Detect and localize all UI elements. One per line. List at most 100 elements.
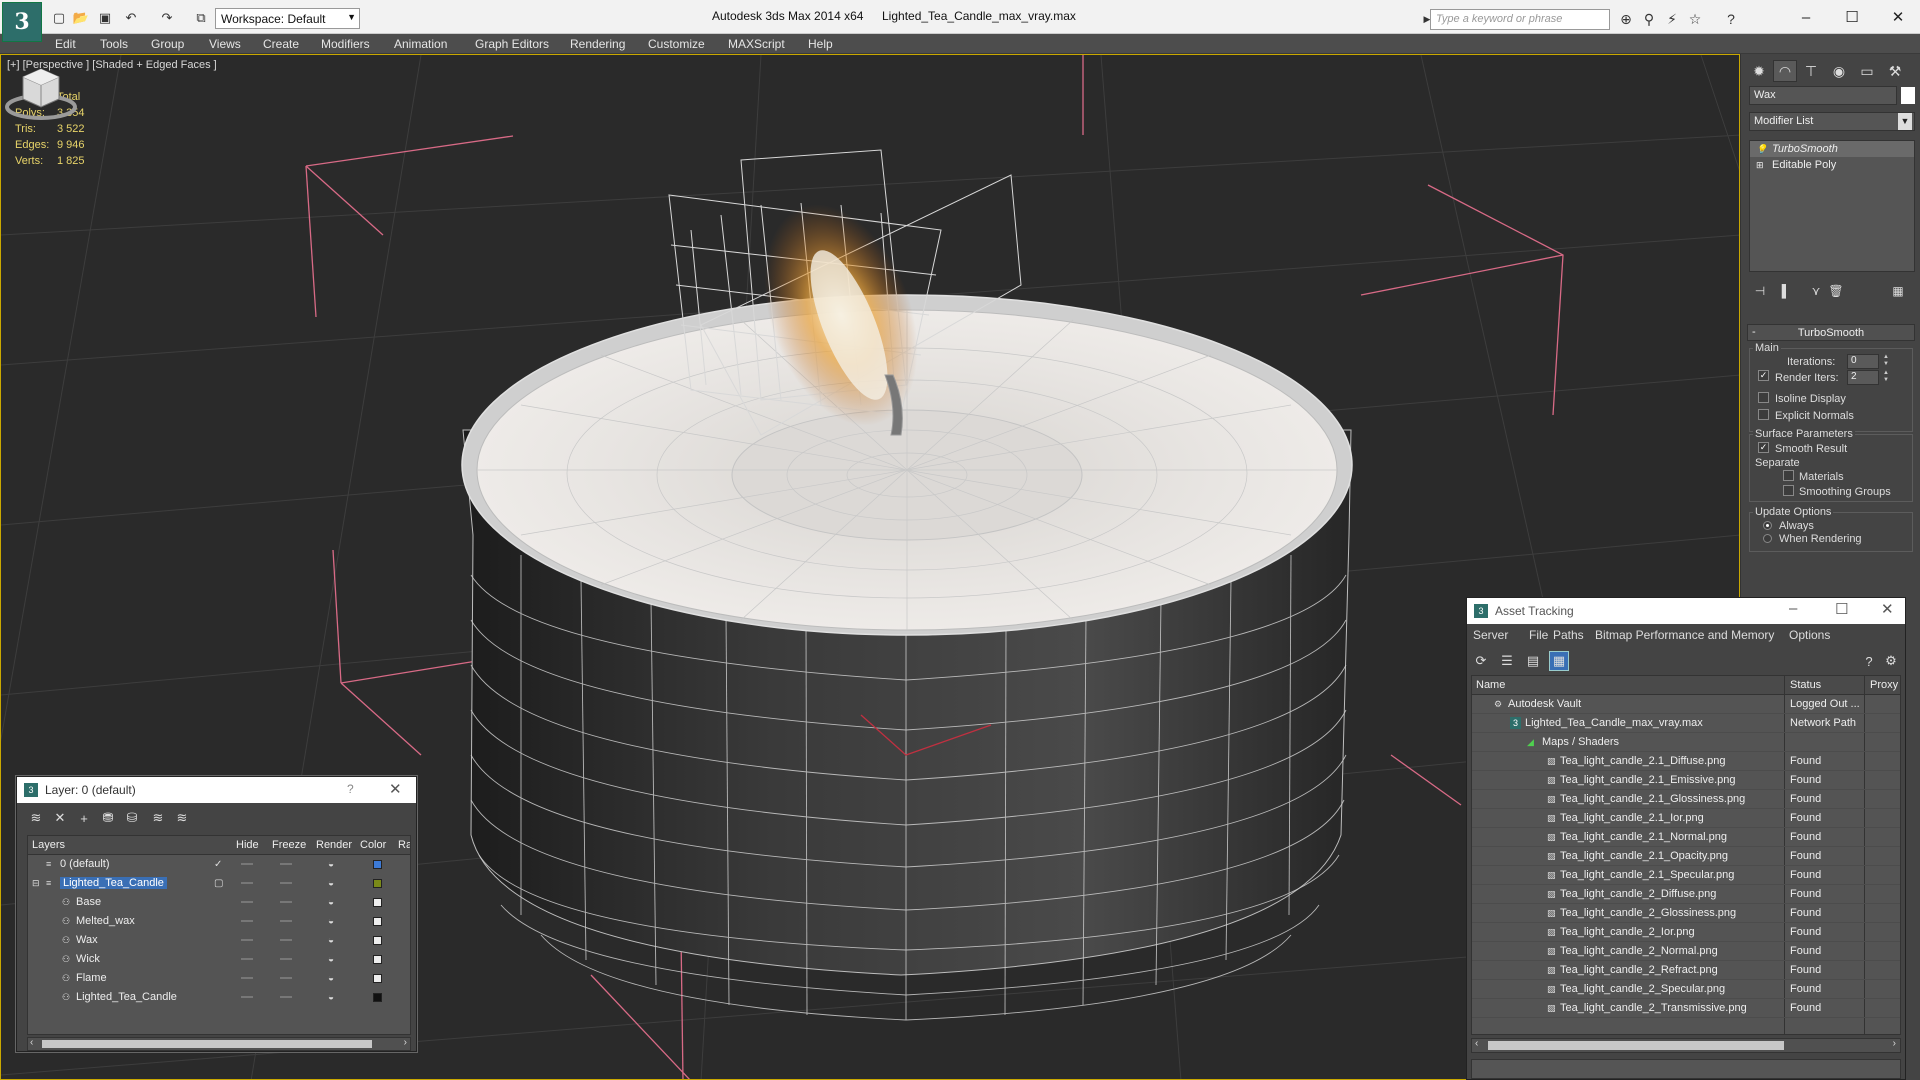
menu-options[interactable]: Options bbox=[1789, 628, 1830, 642]
turbosmooth-rollout-header[interactable]: - TurboSmooth bbox=[1747, 324, 1915, 341]
layer-row[interactable]: ≡ 0 (default) ✓ ◒ bbox=[28, 855, 410, 874]
layer-row[interactable]: ⊟ ≡ Lighted_Tea_Candle ▢ ◒ bbox=[28, 874, 410, 893]
smoothing-groups-checkbox[interactable] bbox=[1783, 485, 1794, 496]
hide-toggle[interactable] bbox=[241, 977, 253, 979]
maximize-button[interactable]: ☐ bbox=[1832, 6, 1872, 28]
communication-center-icon[interactable]: ⚡ bbox=[1663, 10, 1681, 28]
configure-modifier-sets-icon[interactable]: ▦ bbox=[1889, 283, 1907, 299]
delete-layer-icon[interactable]: ✕ bbox=[51, 809, 69, 827]
layer-color-swatch[interactable] bbox=[373, 879, 382, 888]
layer-row[interactable]: ⚇ Wick ◒ bbox=[28, 950, 410, 969]
freeze-toggle[interactable] bbox=[280, 863, 292, 865]
layer-row[interactable]: ⚇ Lighted_Tea_Candle ◒ bbox=[28, 988, 410, 1007]
minimize-button[interactable]: – bbox=[1786, 6, 1826, 28]
freeze-all-layers-icon[interactable]: ≋ bbox=[173, 809, 191, 827]
render-teapot-icon[interactable]: ◒ bbox=[328, 916, 334, 927]
when-rendering-radio[interactable] bbox=[1763, 534, 1772, 543]
col-layers[interactable]: Layers bbox=[32, 839, 65, 851]
set-current-box-icon[interactable]: ▢ bbox=[214, 878, 223, 889]
maximize-icon[interactable]: ☐ bbox=[1835, 600, 1848, 618]
asset-row[interactable]: ▧ Tea_light_candle_2.1_Normal.png Found bbox=[1472, 828, 1900, 847]
menu-create[interactable]: Create bbox=[263, 37, 299, 51]
modify-tab-icon[interactable]: ◠ bbox=[1773, 60, 1797, 82]
workspace-dropdown[interactable]: Workspace: Default ▼ bbox=[215, 8, 360, 29]
col-render[interactable]: Render bbox=[316, 839, 352, 851]
freeze-toggle[interactable] bbox=[280, 920, 292, 922]
help-icon[interactable]: ? bbox=[1722, 10, 1740, 28]
render-teapot-icon[interactable]: ◒ bbox=[328, 992, 334, 1003]
hide-toggle[interactable] bbox=[241, 863, 253, 865]
make-unique-icon[interactable]: ⋎ bbox=[1807, 283, 1825, 299]
set-current-layer-icon[interactable]: ⛁ bbox=[123, 809, 141, 827]
asset-row[interactable]: ▧ Tea_light_candle_2.1_Emissive.png Foun… bbox=[1472, 771, 1900, 790]
col-hide[interactable]: Hide bbox=[236, 839, 259, 851]
hide-toggle[interactable] bbox=[241, 958, 253, 960]
scroll-left-icon[interactable]: ‹ bbox=[1475, 1038, 1478, 1049]
menu-bitmap-performance[interactable]: Bitmap Performance and Memory bbox=[1595, 628, 1774, 642]
close-icon[interactable]: ✕ bbox=[1881, 600, 1894, 618]
app-logo-icon[interactable]: 3 bbox=[2, 2, 42, 42]
layer-color-swatch[interactable] bbox=[373, 974, 382, 983]
asset-row[interactable]: ◢ Maps / Shaders bbox=[1472, 733, 1900, 752]
scroll-right-icon[interactable]: › bbox=[1893, 1038, 1896, 1049]
render-teapot-icon[interactable]: ◒ bbox=[328, 859, 334, 870]
select-in-layer-icon[interactable]: ⛃ bbox=[99, 809, 117, 827]
display-tab-icon[interactable]: ▭ bbox=[1855, 60, 1879, 82]
collapse-icon[interactable]: ⊟ bbox=[32, 878, 42, 888]
close-icon[interactable]: ✕ bbox=[389, 780, 402, 798]
materials-checkbox[interactable] bbox=[1783, 470, 1794, 481]
refresh-icon[interactable]: ⟳ bbox=[1471, 651, 1491, 671]
menu-group[interactable]: Group bbox=[151, 37, 184, 51]
layers-icon[interactable]: ≋ bbox=[27, 809, 45, 827]
hide-toggle[interactable] bbox=[241, 939, 253, 941]
asset-row[interactable]: ▧ Tea_light_candle_2.1_Specular.png Foun… bbox=[1472, 866, 1900, 885]
freeze-toggle[interactable] bbox=[280, 939, 292, 941]
render-iters-spinner[interactable]: 2 bbox=[1847, 370, 1879, 385]
new-file-icon[interactable]: ▢ bbox=[50, 9, 68, 26]
layer-color-swatch[interactable] bbox=[373, 955, 382, 964]
col-color[interactable]: Color bbox=[360, 839, 386, 851]
col-status[interactable]: Status bbox=[1790, 679, 1821, 691]
smooth-result-checkbox[interactable]: ✓ bbox=[1758, 442, 1769, 453]
menu-customize[interactable]: Customize bbox=[648, 37, 705, 51]
project-folder-icon[interactable]: ⧉ bbox=[192, 9, 210, 26]
layer-color-swatch[interactable] bbox=[373, 860, 382, 869]
asset-tracking-title-bar[interactable]: 3 Asset Tracking – ☐ ✕ bbox=[1467, 598, 1905, 624]
menu-tools[interactable]: Tools bbox=[100, 37, 128, 51]
spinner-arrows-icon[interactable]: ▲ ▼ bbox=[1881, 354, 1891, 369]
layer-color-swatch[interactable] bbox=[373, 993, 382, 1002]
object-color-swatch[interactable] bbox=[1901, 87, 1915, 104]
object-name-field[interactable]: Wax bbox=[1749, 86, 1897, 105]
render-teapot-icon[interactable]: ◒ bbox=[328, 878, 334, 889]
layer-color-swatch[interactable] bbox=[373, 898, 382, 907]
layer-row[interactable]: ⚇ Wax ◒ bbox=[28, 931, 410, 950]
iterations-spinner[interactable]: 0 bbox=[1847, 354, 1879, 369]
asset-row[interactable]: ▧ Tea_light_candle_2.1_Diffuse.png Found bbox=[1472, 752, 1900, 771]
asset-row[interactable]: ▧ Tea_light_candle_2_Glossiness.png Foun… bbox=[1472, 904, 1900, 923]
layer-color-swatch[interactable] bbox=[373, 917, 382, 926]
always-radio[interactable] bbox=[1763, 521, 1772, 530]
asset-horizontal-scrollbar[interactable]: ‹ › bbox=[1471, 1038, 1901, 1053]
layer-color-swatch[interactable] bbox=[373, 936, 382, 945]
asset-row[interactable]: ⚙ Autodesk Vault Logged Out ... bbox=[1472, 695, 1900, 714]
motion-tab-icon[interactable]: ◉ bbox=[1827, 60, 1851, 82]
scrollbar-thumb[interactable] bbox=[1488, 1041, 1784, 1050]
asset-path-field[interactable] bbox=[1471, 1059, 1901, 1079]
utilities-tab-icon[interactable]: ⚒ bbox=[1883, 60, 1907, 82]
col-freeze[interactable]: Freeze bbox=[272, 839, 306, 851]
asset-row[interactable]: ▧ Tea_light_candle_2_Diffuse.png Found bbox=[1472, 885, 1900, 904]
expand-plus-icon[interactable]: ⊞ bbox=[1756, 160, 1764, 171]
render-teapot-icon[interactable]: ◒ bbox=[328, 897, 334, 908]
col-radiosity[interactable]: Ra bbox=[398, 839, 410, 851]
favorites-star-icon[interactable]: ☆ bbox=[1686, 10, 1704, 28]
explicit-normals-checkbox[interactable] bbox=[1758, 409, 1769, 420]
freeze-toggle[interactable] bbox=[280, 901, 292, 903]
search-icon[interactable]: ⚲ bbox=[1640, 10, 1658, 28]
add-to-layer-icon[interactable]: + bbox=[75, 809, 93, 827]
create-tab-icon[interactable]: ✹ bbox=[1747, 60, 1771, 82]
freeze-toggle[interactable] bbox=[280, 958, 292, 960]
hide-toggle[interactable] bbox=[241, 901, 253, 903]
menu-paths[interactable]: Paths bbox=[1553, 628, 1584, 642]
asset-row[interactable]: ▧ Tea_light_candle_2.1_Ior.png Found bbox=[1472, 809, 1900, 828]
menu-rendering[interactable]: Rendering bbox=[570, 37, 625, 51]
